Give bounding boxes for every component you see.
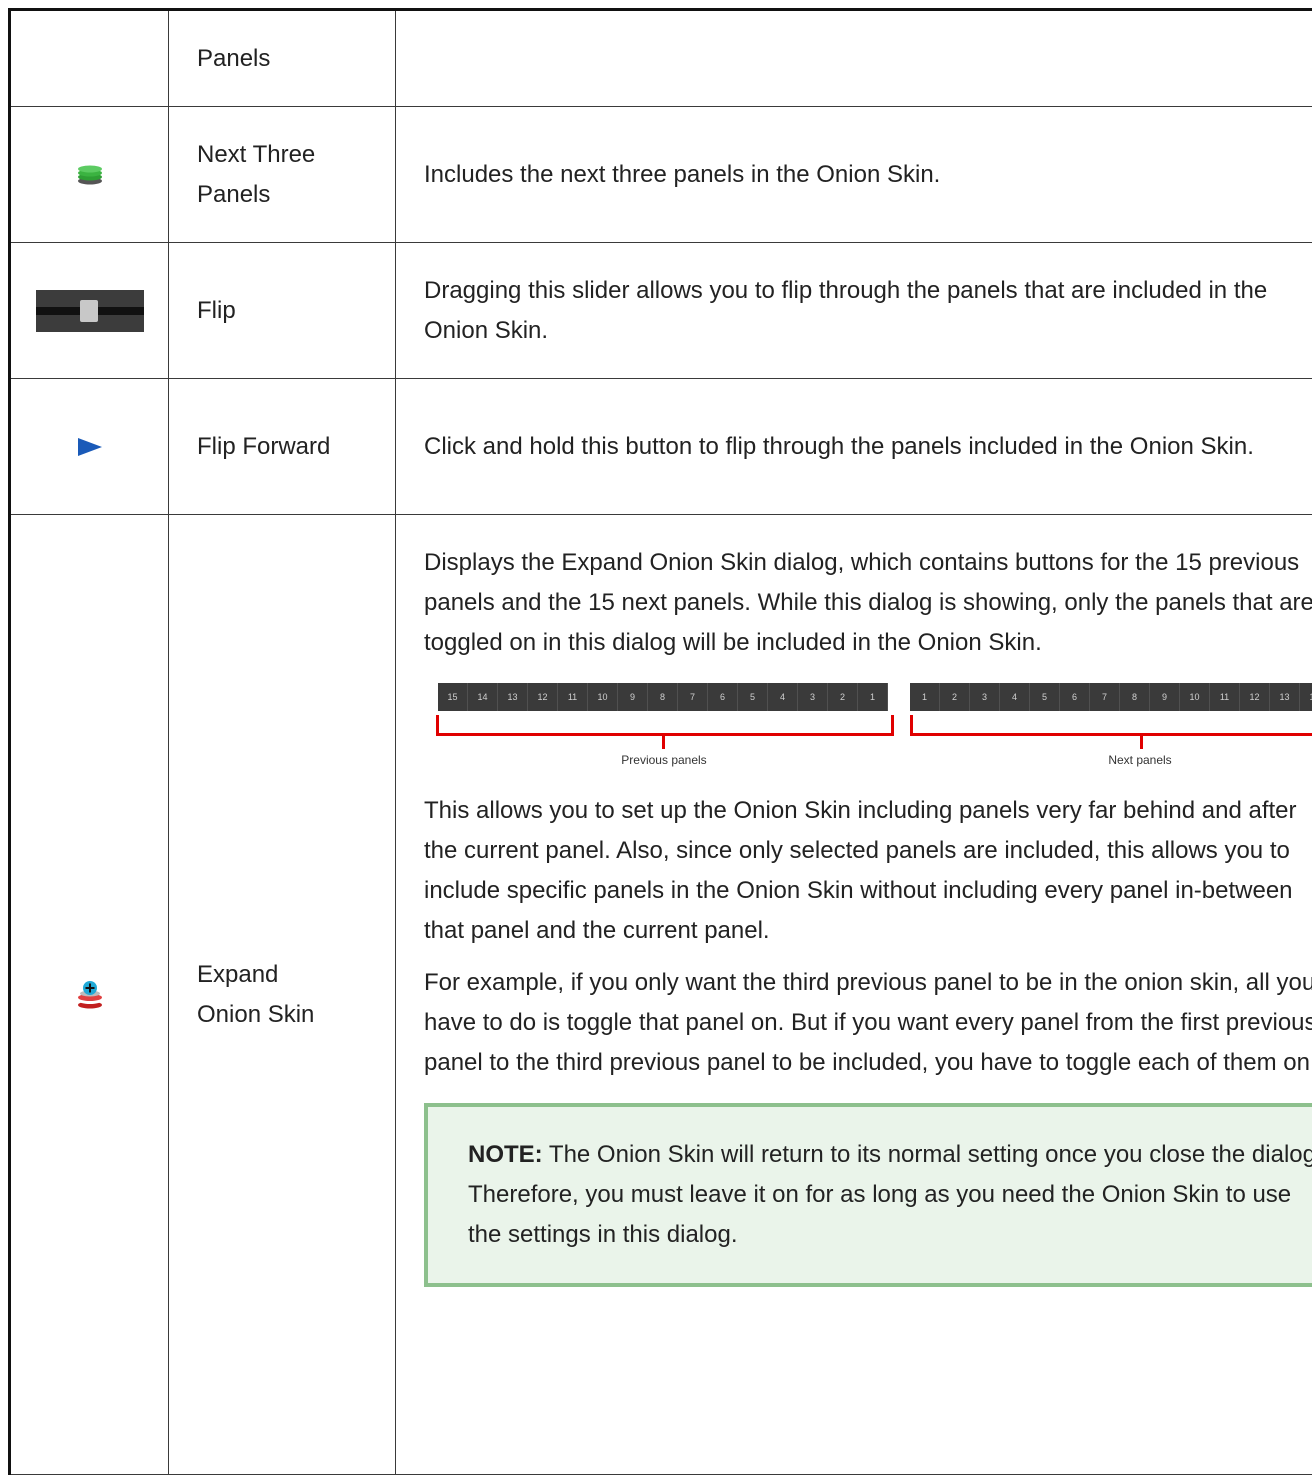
- previous-panel-toggle: 1: [858, 683, 888, 711]
- desc-cell: Includes the next three panels in the On…: [396, 107, 1312, 243]
- blue-play-triangle-icon[interactable]: [76, 436, 104, 458]
- previous-panel-toggle: 8: [648, 683, 678, 711]
- tool-name: Panels: [197, 39, 337, 79]
- next-panel-toggle: 11: [1210, 683, 1240, 711]
- icon-cell: [10, 10, 169, 107]
- next-panel-toggle: 4: [1000, 683, 1030, 711]
- previous-panel-toggle: 9: [618, 683, 648, 711]
- icon-cell: [10, 243, 169, 379]
- previous-panels-label: Previous panels: [604, 753, 724, 767]
- description-paragraph: Displays the Expand Onion Skin dialog, w…: [424, 543, 1312, 663]
- note-box: NOTE: The Onion Skin will return to its …: [424, 1103, 1312, 1287]
- next-panel-toggle: 13: [1270, 683, 1300, 711]
- name-cell: Panels: [169, 10, 396, 107]
- previous-panel-toggle: 6: [708, 683, 738, 711]
- tool-name: Flip Forward: [197, 427, 337, 467]
- previous-panel-toggle: 12: [528, 683, 558, 711]
- next-panel-toggle: 1: [910, 683, 940, 711]
- table-row: Panels: [10, 10, 1312, 107]
- table-row: Expand Onion Skin Displays the Expand On…: [10, 515, 1312, 1475]
- expand-onion-skin-dialog-image: 151413121110987654321 123456789101112131…: [424, 675, 1312, 775]
- note-body: The Onion Skin will return to its normal…: [468, 1141, 1312, 1248]
- next-panel-toggle: 8: [1120, 683, 1150, 711]
- next-panel-toggle: 10: [1180, 683, 1210, 711]
- icon-cell: [10, 515, 169, 1475]
- next-panel-toggle: 3: [970, 683, 1000, 711]
- previous-panels-bracket: [436, 715, 894, 736]
- green-onion-layers-icon[interactable]: [76, 164, 104, 186]
- table-row: Next Three Panels Includes the next thre…: [10, 107, 1312, 243]
- next-panel-toggle: 7: [1090, 683, 1120, 711]
- table-row: Flip Dragging this slider allows you to …: [10, 243, 1312, 379]
- name-cell: Flip Forward: [169, 379, 396, 515]
- tool-name: Flip: [197, 291, 337, 331]
- next-panel-toggle: 14: [1300, 683, 1312, 711]
- desc-cell: [396, 10, 1312, 107]
- tool-description: Dragging this slider allows you to flip …: [424, 271, 1312, 351]
- icon-cell: [10, 379, 169, 515]
- previous-panel-toggle: 3: [798, 683, 828, 711]
- tool-name: Expand Onion Skin: [197, 955, 337, 1035]
- next-panels-bracket: [910, 715, 1312, 736]
- note-text: NOTE: The Onion Skin will return to its …: [468, 1135, 1312, 1255]
- expand-onion-skin-icon[interactable]: [76, 980, 104, 1010]
- previous-panel-toggle: 2: [828, 683, 858, 711]
- previous-panel-toggle: 15: [438, 683, 468, 711]
- name-cell: Next Three Panels: [169, 107, 396, 243]
- next-panel-toggle: 2: [940, 683, 970, 711]
- name-cell: Flip: [169, 243, 396, 379]
- next-panel-toggle: 5: [1030, 683, 1060, 711]
- previous-panel-toggle: 10: [588, 683, 618, 711]
- description-paragraph: For example, if you only want the third …: [424, 963, 1312, 1083]
- description-paragraph: This allows you to set up the Onion Skin…: [424, 791, 1312, 951]
- tool-name: Next Three Panels: [197, 135, 337, 215]
- next-panels-label: Next panels: [1090, 753, 1190, 767]
- next-bracket-tick: [1140, 733, 1143, 749]
- next-panel-toggle: 9: [1150, 683, 1180, 711]
- desc-cell: Displays the Expand Onion Skin dialog, w…: [396, 515, 1312, 1475]
- previous-panel-toggle: 13: [498, 683, 528, 711]
- flip-slider-icon[interactable]: [36, 290, 144, 332]
- previous-panel-toggle: 5: [738, 683, 768, 711]
- previous-panel-toggle: 11: [558, 683, 588, 711]
- next-panel-toggle: 6: [1060, 683, 1090, 711]
- icon-cell: [10, 107, 169, 243]
- tool-description: Includes the next three panels in the On…: [424, 155, 1312, 195]
- note-label: NOTE:: [468, 1141, 543, 1168]
- next-panels-strip: 1234567891011121314: [910, 683, 1312, 711]
- previous-panel-toggle: 4: [768, 683, 798, 711]
- previous-bracket-tick: [662, 733, 665, 749]
- previous-panel-toggle: 14: [468, 683, 498, 711]
- desc-cell: Dragging this slider allows you to flip …: [396, 243, 1312, 379]
- desc-cell: Click and hold this button to flip throu…: [396, 379, 1312, 515]
- name-cell: Expand Onion Skin: [169, 515, 396, 1475]
- previous-panel-toggle: 7: [678, 683, 708, 711]
- table-row: Flip Forward Click and hold this button …: [10, 379, 1312, 515]
- tool-description: Click and hold this button to flip throu…: [424, 427, 1312, 467]
- next-panel-toggle: 12: [1240, 683, 1270, 711]
- onion-skin-tools-table: Panels Next Three Panels Includes the ne…: [8, 8, 1312, 1475]
- previous-panels-strip: 151413121110987654321: [438, 683, 888, 711]
